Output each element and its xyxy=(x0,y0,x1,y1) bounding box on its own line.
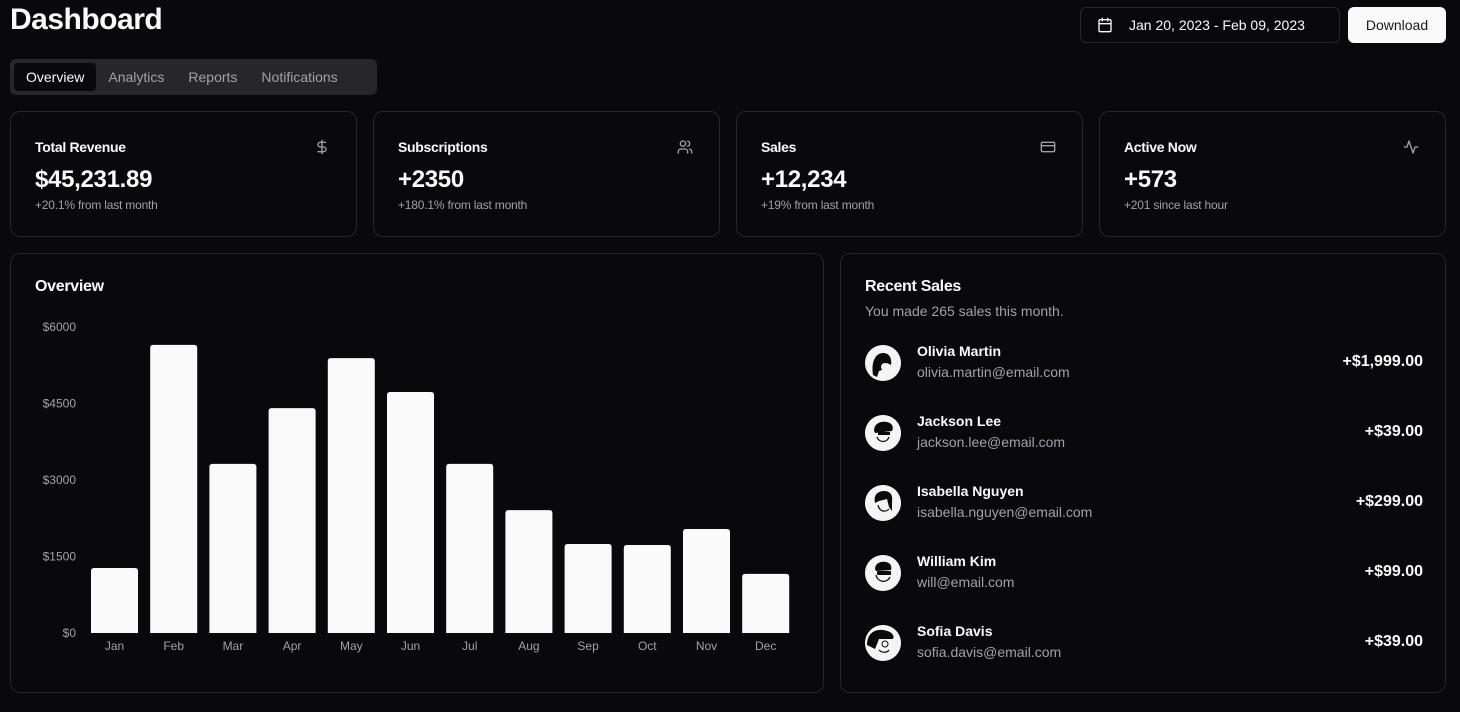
tab-reports[interactable]: Reports xyxy=(176,63,249,91)
activity-icon xyxy=(1403,140,1419,154)
customer-email: olivia.martin@email.com xyxy=(917,364,1070,380)
avatar-icon xyxy=(865,485,901,521)
x-tick-label: Nov xyxy=(696,639,717,653)
stat-label: Active Now xyxy=(1124,139,1197,155)
x-tick-label: Aug xyxy=(518,639,539,653)
bar-dec[interactable] xyxy=(742,573,790,633)
customer-name: Olivia Martin xyxy=(917,343,1002,359)
customer-email: sofia.davis@email.com xyxy=(917,644,1062,660)
avatar xyxy=(865,345,901,381)
x-tick-label: Mar xyxy=(223,639,244,653)
bar-feb[interactable] xyxy=(150,344,198,633)
bar-oct[interactable] xyxy=(623,545,671,633)
recent-sales-title: Recent Sales xyxy=(865,278,962,295)
bar-jul[interactable] xyxy=(446,463,494,633)
stat-card-active-now: Active Now +573 +201 since last hour xyxy=(1099,111,1446,237)
avatar xyxy=(865,555,901,591)
sale-amount: +$39.00 xyxy=(1364,423,1423,440)
stat-value: +2350 xyxy=(398,166,464,193)
customer-name: Jackson Lee xyxy=(917,413,1002,429)
stat-change: +201 since last hour xyxy=(1124,198,1228,212)
stat-change: +180.1% from last month xyxy=(398,198,528,212)
download-button[interactable]: Download xyxy=(1348,7,1446,43)
bar-aug[interactable] xyxy=(505,510,553,633)
overview-card: Overview $0 $1500 $3000 $4500 $6000 Jan Feb Mar… xyxy=(10,253,824,693)
x-tick-label: Dec xyxy=(755,639,776,653)
sale-item: Isabella Nguyen isabella.nguyen@email.co… xyxy=(865,483,1423,523)
credit-card-icon xyxy=(1040,141,1056,153)
sale-item: Jackson Lee jackson.lee@email.com +$39.0… xyxy=(865,413,1423,453)
avatar xyxy=(865,625,901,661)
stat-label: Sales xyxy=(761,139,797,155)
stat-label: Subscriptions xyxy=(398,139,488,155)
y-tick-label: $4500 xyxy=(43,397,77,411)
y-tick-label: $6000 xyxy=(43,320,77,334)
stat-value: +12,234 xyxy=(761,166,847,193)
customer-email: will@email.com xyxy=(917,574,1015,590)
sale-item: William Kim will@email.com +$99.00 xyxy=(865,553,1423,593)
stat-change: +20.1% from last month xyxy=(35,198,158,212)
bar-jun[interactable] xyxy=(387,392,434,633)
customer-name: William Kim xyxy=(917,553,997,569)
bar-nov[interactable] xyxy=(683,528,730,633)
sale-amount: +$299.00 xyxy=(1355,493,1423,510)
y-tick-label: $1500 xyxy=(43,550,77,564)
stat-change: +19% from last month xyxy=(761,198,875,212)
customer-name: Sofia Davis xyxy=(917,623,993,639)
avatar xyxy=(865,415,901,451)
stat-value: $45,231.89 xyxy=(35,166,153,193)
bar-sep[interactable] xyxy=(564,544,612,633)
page-title: Dashboard xyxy=(10,3,163,36)
bar-jan[interactable] xyxy=(91,567,138,633)
avatar-icon xyxy=(865,415,901,451)
tab-analytics[interactable]: Analytics xyxy=(96,63,176,91)
x-tick-label: May xyxy=(340,639,363,653)
customer-email: jackson.lee@email.com xyxy=(917,434,1066,450)
x-tick-label: Apr xyxy=(283,639,302,653)
calendar-icon xyxy=(1098,17,1112,33)
x-tick-label: Jun xyxy=(401,639,420,653)
recent-sales-description: You made 265 sales this month. xyxy=(865,303,1064,319)
date-range-picker[interactable]: Jan 20, 2023 - Feb 09, 2023 xyxy=(1080,7,1340,43)
avatar-icon xyxy=(865,345,901,381)
bar-apr[interactable] xyxy=(268,408,316,633)
x-tick-label: Feb xyxy=(163,639,184,653)
tab-list: Overview Analytics Reports Notifications xyxy=(10,59,377,95)
sale-amount: +$99.00 xyxy=(1364,563,1423,580)
stat-card-total-revenue: Total Revenue $45,231.89 +20.1% from las… xyxy=(10,111,357,237)
overview-bar-chart: $0 $1500 $3000 $4500 $6000 Jan Feb Mar Apr May Jun… xyxy=(43,320,790,653)
x-tick-label: Jan xyxy=(105,639,124,653)
stat-label: Total Revenue xyxy=(35,139,126,155)
sale-amount: +$39.00 xyxy=(1364,633,1423,650)
recent-sales-card: Recent Sales You made 265 sales this mon… xyxy=(840,253,1446,693)
tab-notifications[interactable]: Notifications xyxy=(249,63,349,91)
customer-name: Isabella Nguyen xyxy=(917,483,1024,499)
dollar-icon xyxy=(317,139,327,155)
tab-overview[interactable]: Overview xyxy=(14,63,97,91)
users-icon xyxy=(677,140,693,154)
sale-amount: +$1,999.00 xyxy=(1342,353,1423,370)
avatar xyxy=(865,485,901,521)
bar-mar[interactable] xyxy=(209,463,257,633)
date-range-text: Jan 20, 2023 - Feb 09, 2023 xyxy=(1129,17,1305,33)
x-tick-label: Oct xyxy=(638,639,657,653)
x-tick-label: Sep xyxy=(577,639,599,653)
avatar-icon xyxy=(865,555,901,591)
avatar-icon xyxy=(865,625,901,661)
x-tick-label: Jul xyxy=(462,639,477,653)
customer-email: isabella.nguyen@email.com xyxy=(917,504,1093,520)
sale-item: Olivia Martin olivia.martin@email.com +$… xyxy=(865,343,1423,383)
bar-may[interactable] xyxy=(327,358,375,633)
y-tick-label: $0 xyxy=(63,626,77,640)
stat-value: +573 xyxy=(1124,166,1177,193)
stat-card-subscriptions: Subscriptions +2350 +180.1% from last mo… xyxy=(373,111,720,237)
sale-item: Sofia Davis sofia.davis@email.com +$39.0… xyxy=(865,623,1423,663)
y-tick-label: $3000 xyxy=(43,473,77,487)
stat-card-sales: Sales +12,234 +19% from last month xyxy=(736,111,1083,237)
